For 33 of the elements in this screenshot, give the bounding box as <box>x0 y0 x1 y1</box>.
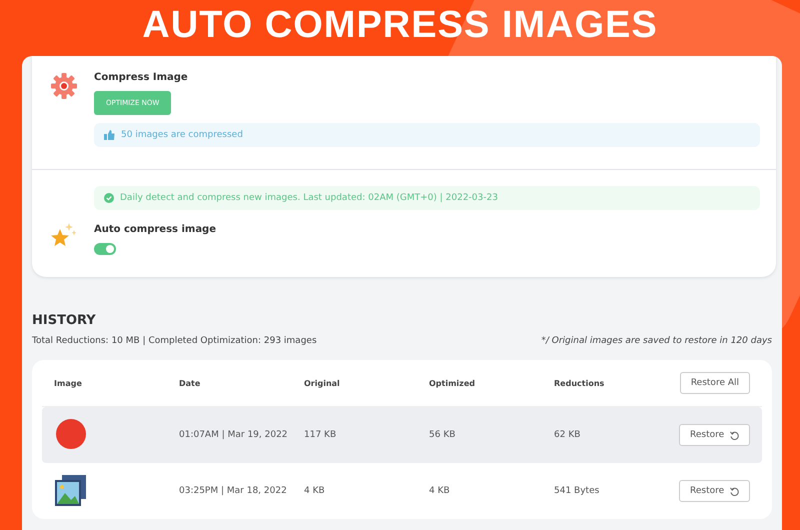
check-circle-icon <box>104 193 114 203</box>
gear-icon <box>50 72 78 100</box>
restore-all-button[interactable]: Restore All <box>680 372 750 394</box>
restore-button[interactable]: Restore <box>679 480 750 502</box>
table-cell-text: 03:25PM | Mar 18, 2022 <box>179 486 288 496</box>
column-header: Original <box>304 378 341 388</box>
undo-icon <box>730 430 740 440</box>
table-cell-text: 117 KB <box>304 430 338 440</box>
status-text: Daily detect and compress new images. Last updated: 02AM (GMT+0) | 2022-03-23 <box>120 193 498 203</box>
history-heading: HISTORY <box>32 313 97 328</box>
table-cell-text: 01:07AM | Mar 19, 2022 <box>179 430 289 440</box>
image-stack-thumbnail <box>54 472 88 506</box>
table-cell-text: 4 KB <box>304 486 326 496</box>
column-header: Reductions <box>554 378 606 388</box>
undo-icon <box>730 486 740 496</box>
section-label: Compress Image <box>94 72 188 83</box>
column-header: Date <box>179 378 202 388</box>
toggle-switch[interactable] <box>94 243 116 255</box>
circle-thumbnail <box>54 416 88 450</box>
restore-button[interactable]: Restore <box>679 424 750 446</box>
page-title: AUTO COMPRESS IMAGES <box>141 3 659 48</box>
column-header: Image <box>54 378 83 388</box>
star-sparkle-icon <box>50 221 78 249</box>
summary-text: Total Reductions: 10 MB | Completed Optimization: 293 images <box>32 336 317 346</box>
table-cell-text: 4 KB <box>429 486 451 496</box>
thumbs-up-icon <box>104 130 115 140</box>
table-cell-text: 56 KB <box>429 430 456 440</box>
table-cell-text: 541 Bytes <box>554 486 600 496</box>
info-text: 50 images are compressed <box>121 130 243 140</box>
restore-note: */ Original images are saved to restore in 120 days <box>541 336 772 346</box>
table-cell-text: 62 KB <box>554 430 582 440</box>
section-label: Auto compress image <box>94 224 216 235</box>
column-header: Optimized <box>429 378 476 388</box>
